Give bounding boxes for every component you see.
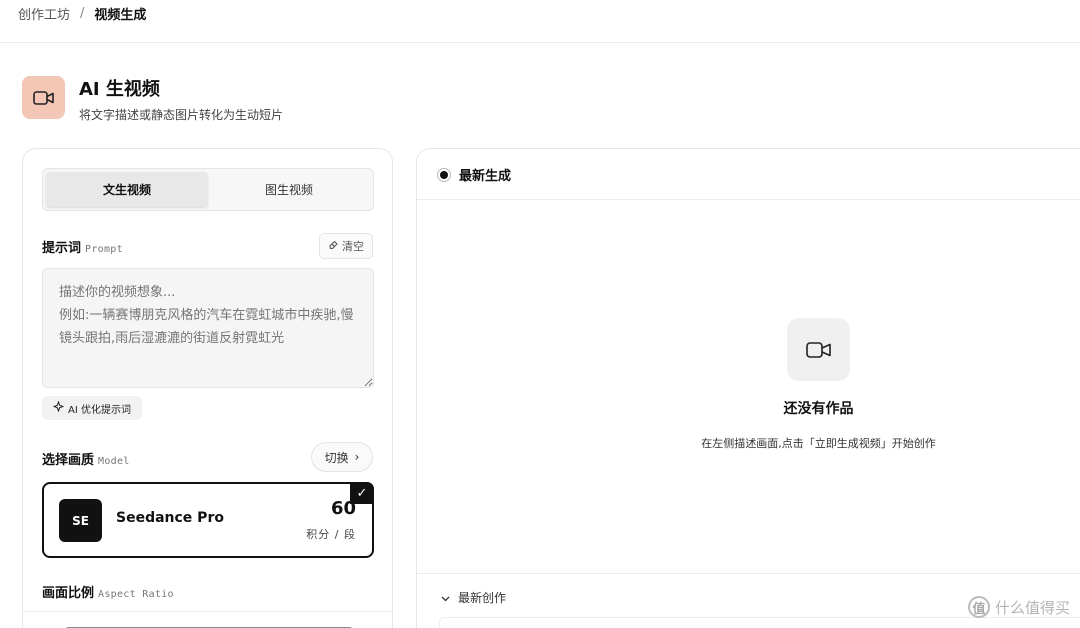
prompt-input[interactable] (42, 268, 374, 388)
breadcrumb: 创作工坊 / 视频生成 (18, 4, 146, 23)
ai-optimize-button[interactable]: AI 优化提示词 (42, 396, 142, 420)
breadcrumb-separator: / (80, 6, 85, 21)
model-name: Seedance Pro (116, 510, 224, 526)
video-camera-icon (22, 76, 65, 119)
recent-creations-toggle[interactable]: 最新创作 (441, 589, 506, 606)
watermark-logo: 值 (967, 596, 990, 618)
sparkle-icon (52, 400, 65, 415)
clear-button[interactable]: 清空 (319, 233, 373, 259)
aspect-ratio-label-zh: 画面比例 (42, 586, 95, 601)
eraser-icon (328, 239, 339, 253)
chevron-right-icon: › (354, 450, 360, 464)
result-header-divider (417, 199, 1080, 200)
tab-image-to-video[interactable]: 图生视频 (208, 172, 370, 207)
aspect-ratio-label: 画面比例 Aspect Ratio (42, 582, 174, 601)
left-panel-divider (23, 611, 392, 612)
prompt-label-zh: 提示词 (42, 241, 82, 256)
model-label-zh: 选择画质 (42, 453, 95, 468)
video-camera-icon (787, 318, 850, 381)
breadcrumb-current: 视频生成 (94, 8, 147, 23)
result-panel: 最新生成 还没有作品 在左侧描述画面,点击「立即生成视频」开始创作 最新创作 (416, 148, 1080, 628)
page-title: AI 生视频 (79, 79, 160, 100)
generation-form-panel: 文生视频 图生视频 提示词Prompt 清空 AI 优化提示词 选择画质Mode… (22, 148, 393, 628)
empty-state-title: 还没有作品 (783, 401, 854, 417)
latest-generation-label: 最新生成 (459, 169, 512, 184)
prompt-label-en: Prompt (85, 244, 123, 255)
model-avatar: SE (59, 499, 102, 542)
model-label: 选择画质 Model (42, 449, 130, 468)
recent-divider (417, 573, 1080, 574)
switch-model-label: 切换 (324, 450, 349, 465)
aspect-ratio-label-en: Aspect Ratio (98, 589, 174, 600)
radio-dot-icon (437, 167, 451, 182)
switch-model-button[interactable]: 切换 › (311, 442, 373, 472)
tab-text-to-video[interactable]: 文生视频 (46, 172, 208, 207)
latest-generation-header: 最新生成 (437, 165, 511, 184)
watermark-text: 什么值得买 (994, 598, 1070, 617)
clear-button-label: 清空 (342, 240, 364, 253)
breadcrumb-parent[interactable]: 创作工坊 (18, 4, 70, 23)
prompt-label: 提示词 Prompt (42, 237, 123, 256)
chevron-down-icon (441, 591, 450, 605)
check-icon: ✓ (350, 482, 374, 504)
ai-optimize-label: AI 优化提示词 (68, 404, 131, 416)
recent-creation-item[interactable] (439, 617, 1080, 628)
empty-state-description: 在左侧描述画面,点击「立即生成视频」开始创作 (701, 437, 936, 450)
recent-creations-label: 最新创作 (458, 591, 507, 605)
model-card-selected[interactable]: SE Seedance Pro 60 积分 / 段 ✓ (42, 482, 374, 558)
header-divider (0, 42, 1080, 43)
mode-tabs: 文生视频 图生视频 (42, 168, 374, 211)
model-label-en: Model (98, 456, 130, 467)
model-credits-unit: 积分 / 段 (306, 528, 356, 541)
page-subtitle: 将文字描述或静态图片转化为生动短片 (79, 108, 284, 122)
watermark: 值 什么值得买 (967, 596, 1070, 618)
